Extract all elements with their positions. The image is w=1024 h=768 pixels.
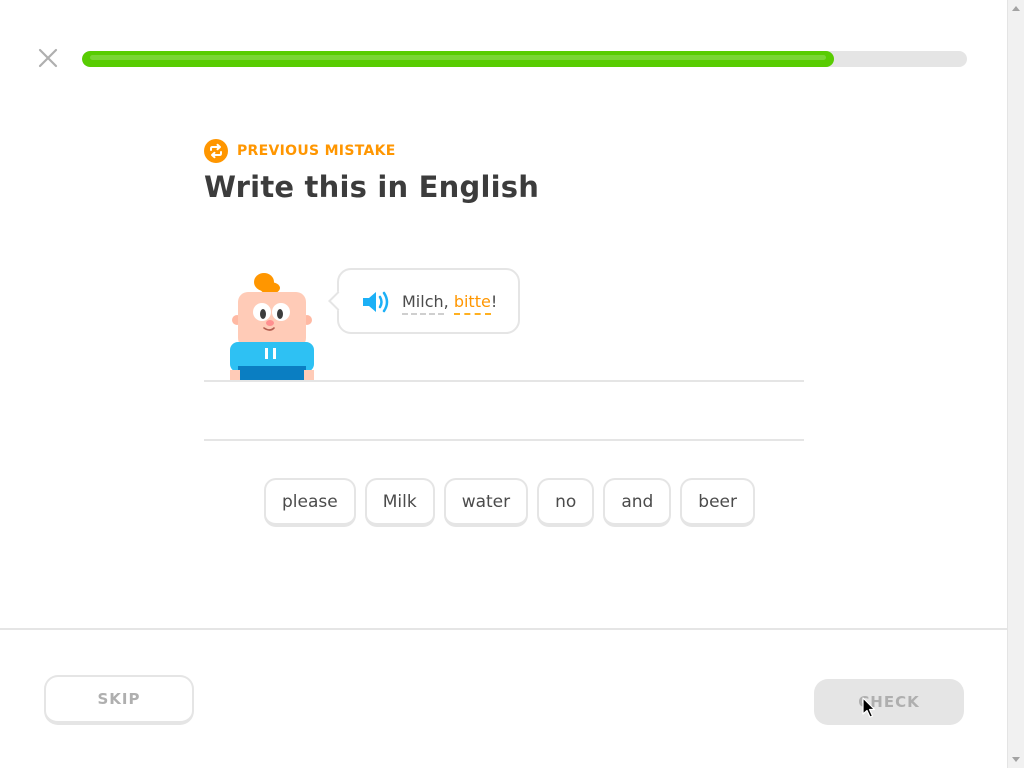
close-button[interactable] (36, 46, 60, 70)
vertical-scrollbar[interactable] (1007, 0, 1024, 768)
word-tile-please[interactable]: please (264, 478, 356, 527)
speech-bubble: Milch, bitte! (328, 268, 520, 334)
character-illustration (230, 273, 314, 382)
word-tile-and[interactable]: and (603, 478, 672, 527)
play-audio-button[interactable] (361, 289, 393, 315)
prompt-comma: , (443, 292, 449, 311)
challenge-title: Write this in English (204, 170, 540, 204)
prompt-sentence: Milch, bitte! (402, 292, 498, 315)
mouse-cursor-icon (862, 697, 876, 718)
prompt-exclamation: ! (490, 292, 498, 311)
word-bank: please Milk water no and beer (264, 478, 755, 527)
prompt-word-bitte[interactable]: bitte (453, 292, 491, 315)
word-tile-beer[interactable]: beer (680, 478, 755, 527)
scroll-up-arrow-icon[interactable] (1012, 6, 1020, 11)
previous-mistake-badge: PREVIOUS MISTAKE (204, 139, 396, 163)
progress-bar (82, 51, 967, 67)
speaker-icon (363, 291, 389, 313)
bubble-tail (328, 291, 348, 311)
progress-fill (82, 51, 835, 67)
progress-shine (90, 55, 827, 60)
previous-mistake-label: PREVIOUS MISTAKE (237, 143, 396, 159)
prompt-word-milch[interactable]: Milch (402, 292, 444, 315)
scroll-down-arrow-icon[interactable] (1012, 757, 1020, 762)
lesson-screen: PREVIOUS MISTAKE Write this in English M… (0, 0, 1024, 768)
answer-line-1 (204, 380, 804, 382)
repeat-icon (204, 139, 228, 163)
footer-divider (0, 628, 1007, 630)
word-tile-water[interactable]: water (443, 478, 529, 527)
check-button[interactable]: CHECK (814, 679, 964, 725)
skip-button[interactable]: SKIP (44, 675, 194, 725)
close-icon (38, 48, 58, 68)
word-tile-no[interactable]: no (537, 478, 595, 527)
word-tile-milk[interactable]: Milk (364, 478, 435, 527)
answer-line-2 (204, 439, 804, 441)
